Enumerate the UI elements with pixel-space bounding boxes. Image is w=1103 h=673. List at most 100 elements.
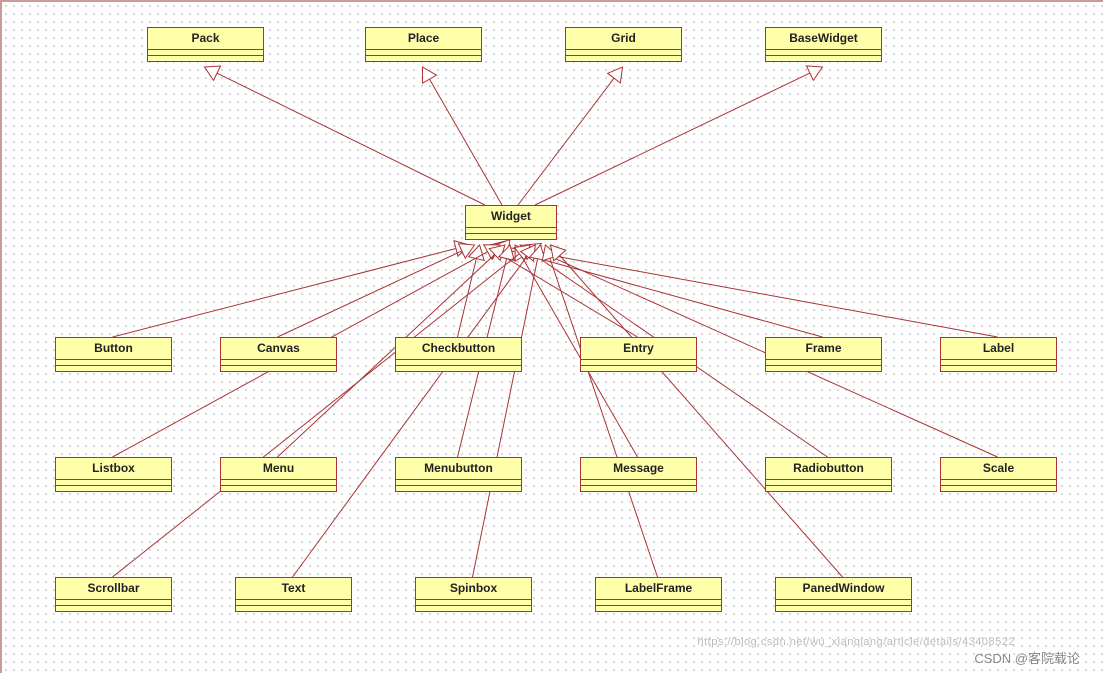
generalization-arrowhead [495,240,510,256]
class-name-canvas: Canvas [221,338,336,359]
class-widget: Widget [465,205,557,240]
generalization-button-to-widget [113,248,456,337]
class-method-compartment [776,605,911,611]
generalization-arrowhead [608,67,623,83]
class-radiobutton: Radiobutton [765,457,892,492]
class-entry: Entry [580,337,697,372]
generalization-label-to-widget [509,248,998,337]
generalization-arrowhead [499,245,515,261]
generalization-arrowhead [469,245,485,260]
watermark-text: CSDN @客院载论 [974,648,1080,667]
class-method-compartment [466,233,556,239]
generalization-widget-to-pack [217,73,485,205]
class-method-compartment [236,605,351,611]
generalization-text-to-widget [293,256,528,577]
class-scale: Scale [940,457,1057,492]
class-text: Text [235,577,352,612]
class-name-entry: Entry [581,338,696,359]
class-name-scale: Scale [941,458,1056,479]
class-name-labelframe: LabelFrame [596,578,721,599]
generalization-canvas-to-widget [278,251,462,337]
class-method-compartment [581,365,696,371]
class-method-compartment [148,55,263,61]
generalization-frame-to-widget [503,249,822,337]
generalization-labelframe-to-widget [550,258,658,577]
generalization-arrowhead [520,245,536,260]
class-method-compartment [56,605,171,611]
generalization-arrowhead [514,245,530,260]
class-name-label: Label [941,338,1056,359]
class-method-compartment [396,365,521,371]
generalization-arrowhead [485,245,501,259]
class-menubutton: Menubutton [395,457,522,492]
generalization-panedwindow-to-widget [560,256,843,577]
generalization-arrowhead [515,245,529,261]
class-spinbox: Spinbox [415,577,532,612]
class-place: Place [365,27,482,62]
class-panedwindow: PanedWindow [775,577,912,612]
class-name-pack: Pack [148,28,263,49]
generalization-arrowhead [484,245,500,259]
class-method-compartment [941,485,1056,491]
generalization-scrollbar-to-widget [113,254,520,577]
generalization-arrowhead [423,67,437,83]
class-name-message: Message [581,458,696,479]
class-canvas: Canvas [220,337,337,372]
class-name-text: Text [236,578,351,599]
class-method-compartment [56,485,171,491]
class-method-compartment [941,365,1056,371]
class-name-spinbox: Spinbox [416,578,531,599]
generalization-checkbutton-to-widget [458,259,477,337]
class-method-compartment [766,55,881,61]
class-method-compartment [766,485,891,491]
class-frame: Frame [765,337,882,372]
class-basewidget: BaseWidget [765,27,882,62]
class-name-place: Place [366,28,481,49]
diagram-canvas: Widget Pack Place Grid BaseWidget Button Canva… [0,0,1103,673]
generalization-widget-to-basewidget [535,73,810,205]
class-method-compartment [416,605,531,611]
generalization-spinbox-to-widget [473,259,538,577]
class-name-checkbutton: Checkbutton [396,338,521,359]
class-name-listbox: Listbox [56,458,171,479]
generalization-widget-to-place [429,79,502,205]
generalization-arrowhead [458,244,474,258]
class-label: Label [940,337,1057,372]
class-scrollbar: Scrollbar [55,577,172,612]
generalization-arrowhead [551,245,566,261]
generalization-arrowhead [489,245,505,260]
generalization-arrowhead [542,245,557,261]
class-method-compartment [56,365,171,371]
generalization-arrowhead [521,245,536,261]
class-name-panedwindow: PanedWindow [776,578,911,599]
class-method-compartment [581,485,696,491]
class-name-grid: Grid [566,28,681,49]
class-name-radiobutton: Radiobutton [766,458,891,479]
class-name-menu: Menu [221,458,336,479]
generalization-arrowhead [525,243,541,258]
class-name-button: Button [56,338,171,359]
class-method-compartment [366,55,481,61]
class-name-scrollbar: Scrollbar [56,578,171,599]
class-name-menubutton: Menubutton [396,458,521,479]
class-name-basewidget: BaseWidget [766,28,881,49]
class-button: Button [55,337,172,372]
class-listbox: Listbox [55,457,172,492]
class-method-compartment [566,55,681,61]
generalization-entry-to-widget [497,252,638,337]
class-message: Message [580,457,697,492]
class-pack: Pack [147,27,264,62]
generalization-widget-to-grid [518,78,614,205]
class-name-widget: Widget [466,206,556,227]
class-menu: Menu [220,457,337,492]
class-method-compartment [596,605,721,611]
class-method-compartment [221,485,336,491]
class-method-compartment [221,365,336,371]
generalization-arrowhead [454,241,470,256]
class-grid: Grid [565,27,682,62]
class-labelframe: LabelFrame [595,577,722,612]
class-checkbutton: Checkbutton [395,337,522,372]
generalization-arrowhead [490,241,506,256]
generalization-arrowhead [806,66,822,80]
generalization-arrowhead [205,66,221,80]
